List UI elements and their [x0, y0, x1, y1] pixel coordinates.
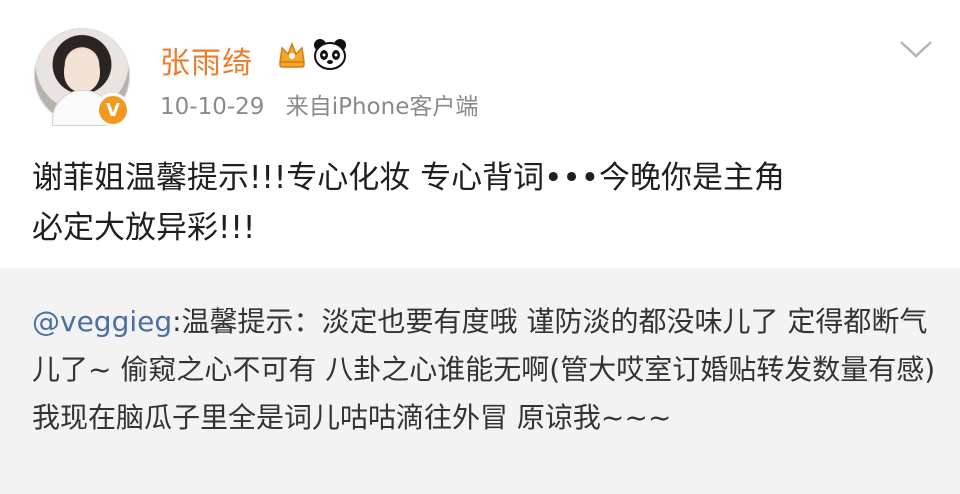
panda-icon — [314, 39, 346, 70]
repost-box[interactable]: @veggieg:温馨提示：淡定也要有度哦 谨防淡的都没味儿了 定得都断气儿了~… — [0, 268, 960, 494]
avatar-face — [64, 50, 100, 92]
crown-icon — [279, 41, 305, 68]
repost-text: @veggieg:温馨提示：淡定也要有度哦 谨防淡的都没味儿了 定得都断气儿了~… — [32, 298, 942, 442]
verified-badge-icon: V — [96, 93, 130, 127]
post-source: 来自iPhone客户端 — [285, 94, 479, 120]
chevron-down-icon[interactable] — [898, 38, 934, 60]
post-meta: 10-10-29 来自iPhone客户端 — [160, 87, 478, 121]
post-text-line1: 谢菲姐温馨提示!!!专心化妆 专心背词•••今晚你是主角 — [32, 160, 785, 196]
repost-mention[interactable]: @veggieg — [32, 305, 172, 338]
post-header: V 张雨绮 10-10-29 来自iPhone客户端 — [0, 0, 960, 140]
username[interactable]: 张雨绮 — [160, 38, 253, 82]
post-time: 10-10-29 — [160, 94, 265, 120]
post-text: 谢菲姐温馨提示!!!专心化妆 专心背词•••今晚你是主角 必定大放异彩!!! — [32, 153, 932, 253]
post-text-line2: 必定大放异彩!!! — [32, 210, 256, 246]
